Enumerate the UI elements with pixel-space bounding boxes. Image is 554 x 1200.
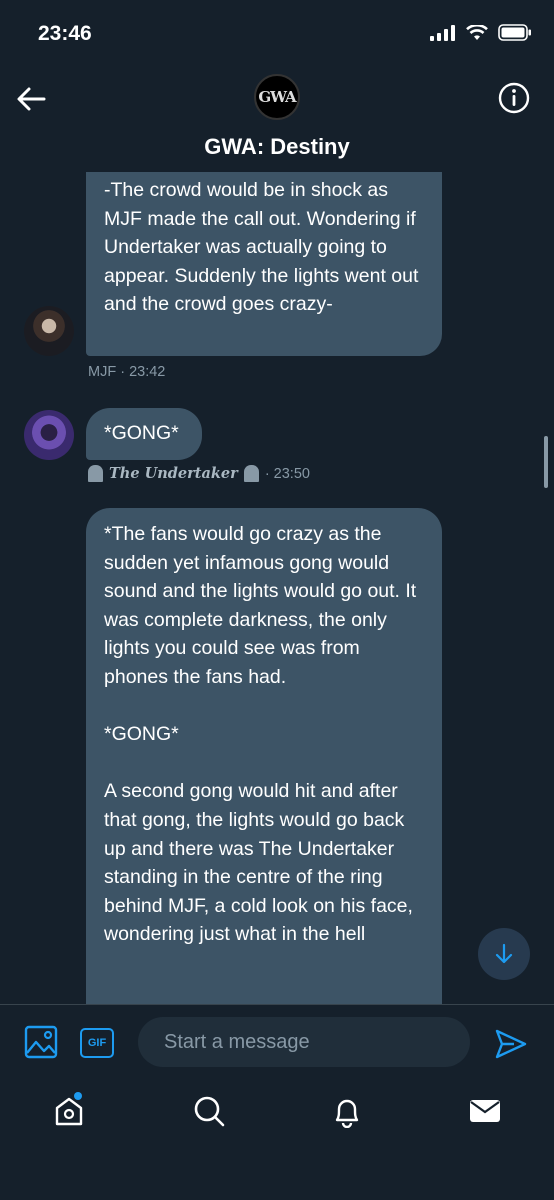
message-bubble[interactable]: *GONG* — [86, 408, 202, 460]
image-icon[interactable] — [24, 1025, 58, 1059]
home-icon — [55, 1097, 83, 1126]
message-time: · 23:50 — [264, 465, 310, 482]
tab-messages[interactable] — [468, 1094, 502, 1128]
search-icon — [194, 1096, 225, 1127]
tombstone-icon — [243, 465, 259, 482]
message-list[interactable]: -The crowd would be in shock as MJF made… — [0, 172, 554, 1004]
notification-dot — [74, 1092, 82, 1100]
message-meta: MJF · 23:42 — [88, 364, 165, 380]
avatar-undertaker[interactable] — [24, 410, 74, 460]
message-composer: GIF — [0, 1004, 554, 1080]
back-arrow-icon[interactable] — [14, 82, 48, 116]
scroll-to-bottom-button[interactable] — [478, 928, 530, 980]
scrollbar[interactable] — [544, 436, 548, 488]
message-input[interactable] — [138, 1017, 470, 1067]
avatar-mjf[interactable] — [24, 306, 74, 356]
battery-icon — [498, 24, 531, 41]
message-bubble[interactable]: -The crowd would be in shock as MJF made… — [86, 172, 442, 356]
status-time: 23:46 — [38, 22, 92, 45]
tab-search[interactable] — [192, 1094, 226, 1128]
status-bar: 23:46 — [0, 0, 554, 60]
bottom-tab-bar — [0, 1080, 554, 1200]
send-icon[interactable] — [494, 1027, 528, 1061]
message-sender: The Undertaker — [109, 465, 238, 482]
envelope-icon — [470, 1100, 500, 1122]
group-avatar[interactable]: GWA — [254, 74, 300, 120]
wifi-icon — [466, 24, 488, 40]
arrow-down-icon — [495, 943, 513, 964]
group-avatar-logo: GWA — [258, 88, 296, 106]
message-time: · 23:42 — [120, 364, 166, 380]
message-sender: MJF — [88, 364, 117, 380]
tab-notifications[interactable] — [330, 1094, 364, 1129]
gif-button[interactable]: GIF — [80, 1028, 114, 1058]
conversation-title[interactable]: GWA: Destiny — [0, 134, 554, 160]
tombstone-icon — [88, 465, 103, 482]
message-meta: The Undertaker · 23:50 — [88, 465, 310, 482]
info-icon[interactable] — [498, 82, 530, 114]
signal-icon — [430, 24, 455, 41]
conversation-header: GWA GWA: Destiny — [0, 60, 554, 172]
status-icons — [430, 24, 532, 41]
message-bubble[interactable]: *The fans would go crazy as the sudden y… — [86, 508, 442, 1004]
bell-icon — [335, 1099, 359, 1129]
tab-home[interactable] — [52, 1092, 86, 1128]
